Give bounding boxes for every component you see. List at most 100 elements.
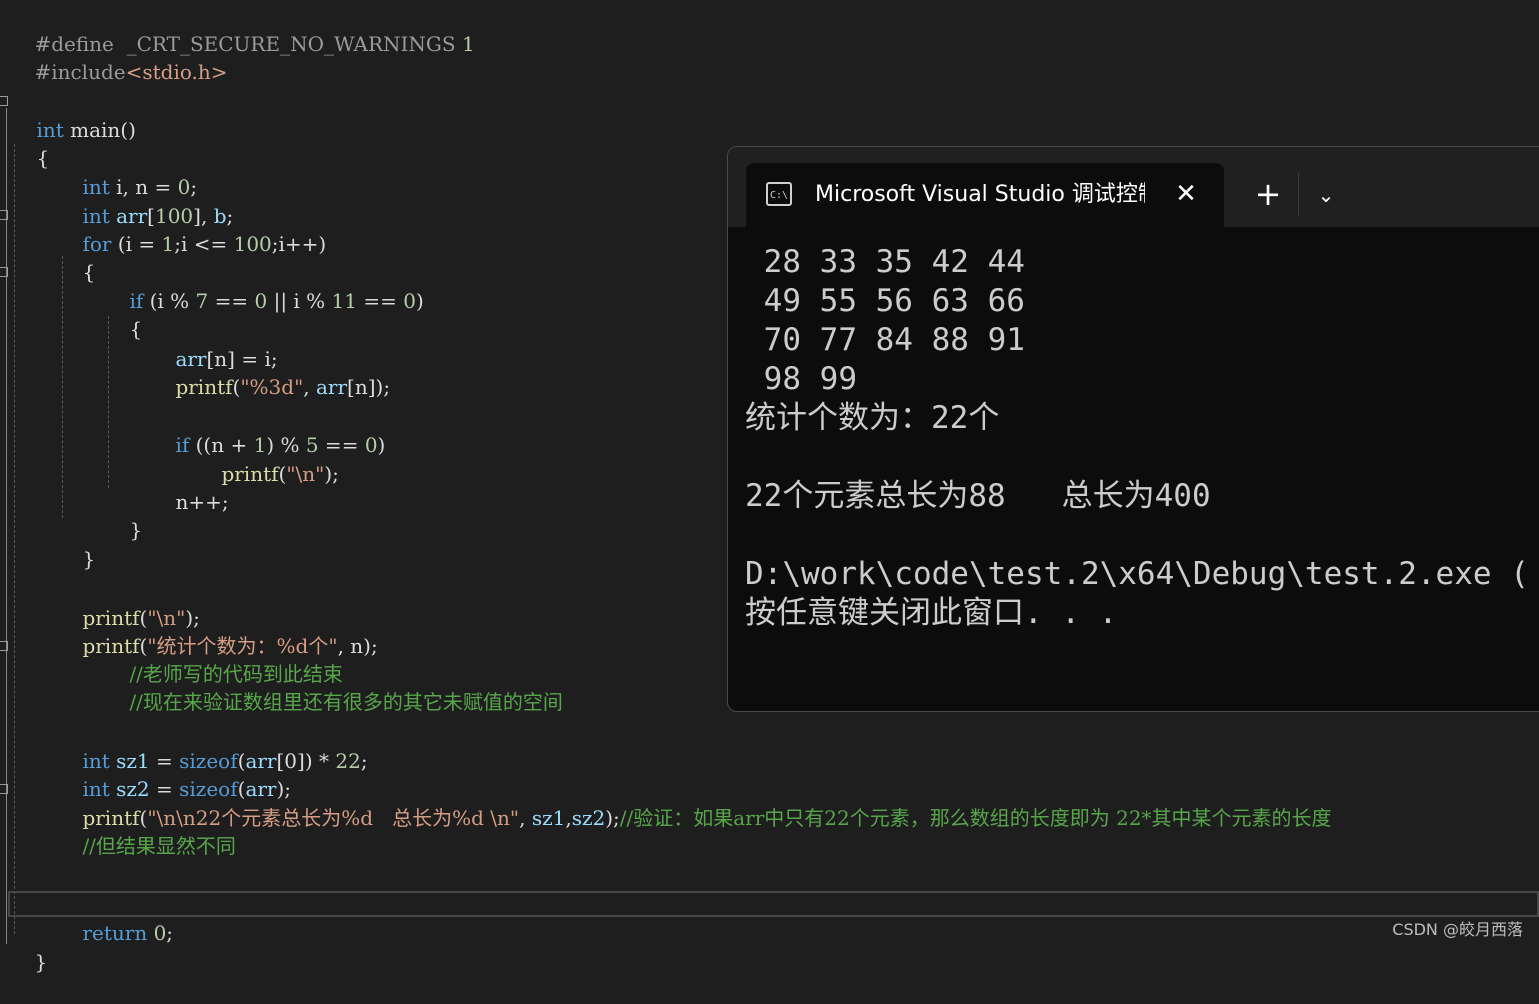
code-text: { [82, 260, 96, 284]
code-line-24: //现在来验证数组里还有很多的其它未赋值的空间 [104, 660, 562, 714]
fold-toggle-if[interactable] [0, 267, 8, 277]
code-text: ); [605, 806, 620, 830]
fold-toggle-main[interactable] [0, 96, 8, 106]
code-text: ; [166, 921, 174, 945]
code-text: ) [415, 289, 424, 313]
code-line-10: if (i % 7 == 0 || i % 11 == 0) [104, 259, 423, 313]
new-tab-button[interactable]: + [1252, 178, 1284, 211]
include-header: <stdio.h> [125, 60, 228, 84]
code-line-15: if ((n + 1) % 5 == 0) [150, 403, 385, 457]
code-line-1: #define _CRT_SECURE_NO_WARNINGS 1 [9, 2, 474, 56]
code-text: , [519, 806, 532, 830]
code-line-18: } [104, 488, 142, 542]
indent-guide [14, 144, 15, 934]
code-line-13: printf("%3d", arr[n]); [150, 345, 390, 399]
code-line-6: int i, n = 0; [57, 145, 197, 199]
current-line-highlight [8, 891, 1539, 917]
code-line-26: int sz1 = sizeof(arr[0]) * 22; [57, 719, 367, 773]
number: 0 [153, 921, 167, 945]
code-text: (i % [143, 289, 196, 313]
code-line-9: { [57, 230, 95, 284]
outline-bar [6, 108, 7, 944]
code-line-4: int main() [11, 88, 135, 142]
code-line-8: for (i = 1;i <= 100;i++) [57, 202, 326, 256]
number: 1 [455, 32, 475, 56]
code-line-28: printf("\n\n22个元素总长为%d 总长为%d \n", sz1,sz… [57, 776, 1331, 830]
toolbar-divider [1298, 173, 1299, 217]
code-text: ;i++) [271, 232, 327, 256]
code-line-16: printf("\n"); [196, 432, 338, 486]
comment: //现在来验证数组里还有很多的其它未赋值的空间 [129, 690, 563, 714]
code-line-21: printf("\n"); [57, 576, 199, 630]
number: 22 [335, 749, 361, 773]
debug-console-window[interactable]: C:\ Microsoft Visual Studio 调试控制台 ✕ + ⌄ … [727, 146, 1539, 712]
code-line-19: } [57, 517, 95, 571]
code-line-22: printf("统计个数为：%d个", n); [57, 604, 377, 658]
code-line-27: int sz2 = sizeof(arr); [57, 747, 291, 801]
code-text: ) [377, 433, 386, 457]
keyword: if [175, 433, 190, 457]
console-output-line: 22个元素总长为88 总长为400 [745, 478, 1211, 514]
console-output-line: D:\work\code\test.2\x64\Debug\test.2.exe… [745, 556, 1529, 592]
code-text: { [129, 317, 143, 341]
code-line-11: { [104, 287, 142, 341]
code-text: == [208, 289, 255, 313]
code-text: main() [63, 118, 136, 142]
console-icon: C:\ [766, 182, 792, 206]
code-text: } [82, 547, 96, 571]
number: 0 [364, 433, 378, 457]
code-text: n++; [175, 490, 229, 514]
code-line-12: arr[n] = i; [150, 317, 277, 371]
watermark-text: CSDN @皎月西落 [1392, 920, 1523, 939]
console-output-line: 按任意键关闭此窗口. . . [745, 595, 1118, 631]
code-text: ;i <= [174, 232, 234, 256]
chevron-down-icon[interactable]: ⌄ [1314, 181, 1338, 209]
code-line-5: { [11, 116, 49, 170]
code-text: , [303, 375, 316, 399]
code-text: ) * [304, 749, 336, 773]
keyword: return [82, 921, 148, 945]
code-line-29: //但结果显然不同 [57, 804, 235, 858]
code-text: ); [324, 462, 339, 486]
code-line-2: #include<stdio.h> [9, 30, 227, 84]
number: 0 [403, 289, 416, 313]
comment: //但结果显然不同 [82, 834, 236, 858]
terminal-tab[interactable]: C:\ Microsoft Visual Studio 调试控制台 ✕ [746, 163, 1224, 229]
code-text: ; [360, 749, 368, 773]
preprocessor-directive: #include [34, 60, 126, 84]
number: 1 [161, 232, 175, 256]
code-text: { [36, 146, 50, 170]
code-line-7: int arr[100], b; [57, 174, 233, 228]
code-text: == [357, 289, 404, 313]
code-text: [n]); [347, 375, 391, 399]
string-literal: "\n" [286, 462, 325, 486]
number: 11 [331, 289, 357, 313]
number: 100 [233, 232, 272, 256]
code-text: (i = [111, 232, 162, 256]
variable: sz2 [571, 806, 606, 830]
code-text: , n); [337, 634, 378, 658]
code-text: || i % [267, 289, 332, 313]
terminal-tab-title: Microsoft Visual Studio 调试控制台 [815, 182, 1145, 207]
code-text: } [129, 518, 143, 542]
variable: arr [316, 375, 348, 399]
code-text: } [34, 950, 48, 974]
number: 7 [195, 289, 209, 313]
fold-toggle-comment[interactable] [0, 641, 8, 651]
console-output-line: 28 33 35 42 44 [745, 244, 1025, 280]
console-output-line: 49 55 56 63 66 [745, 283, 1025, 319]
fold-toggle-comment2[interactable] [0, 784, 8, 794]
number: 0 [254, 289, 268, 313]
console-output-line: 98 99 [745, 361, 857, 397]
code-line-33: } [9, 920, 47, 974]
code-line-32: return 0; [57, 891, 173, 945]
comment: //验证：如果arr中只有22个元素，那么数组的长度即为 22*其中某个元素的长… [619, 806, 1332, 830]
console-output-line: 统计个数为：22个 [745, 400, 1000, 436]
string-literal: "%3d" [240, 375, 304, 399]
function-name: printf [175, 375, 233, 399]
console-output-line: 70 77 84 88 91 [745, 322, 1025, 358]
variable: sz1 [531, 806, 566, 830]
close-tab-button[interactable]: ✕ [1171, 179, 1201, 209]
fold-toggle-for[interactable] [0, 210, 8, 220]
function-name: printf [221, 462, 279, 486]
